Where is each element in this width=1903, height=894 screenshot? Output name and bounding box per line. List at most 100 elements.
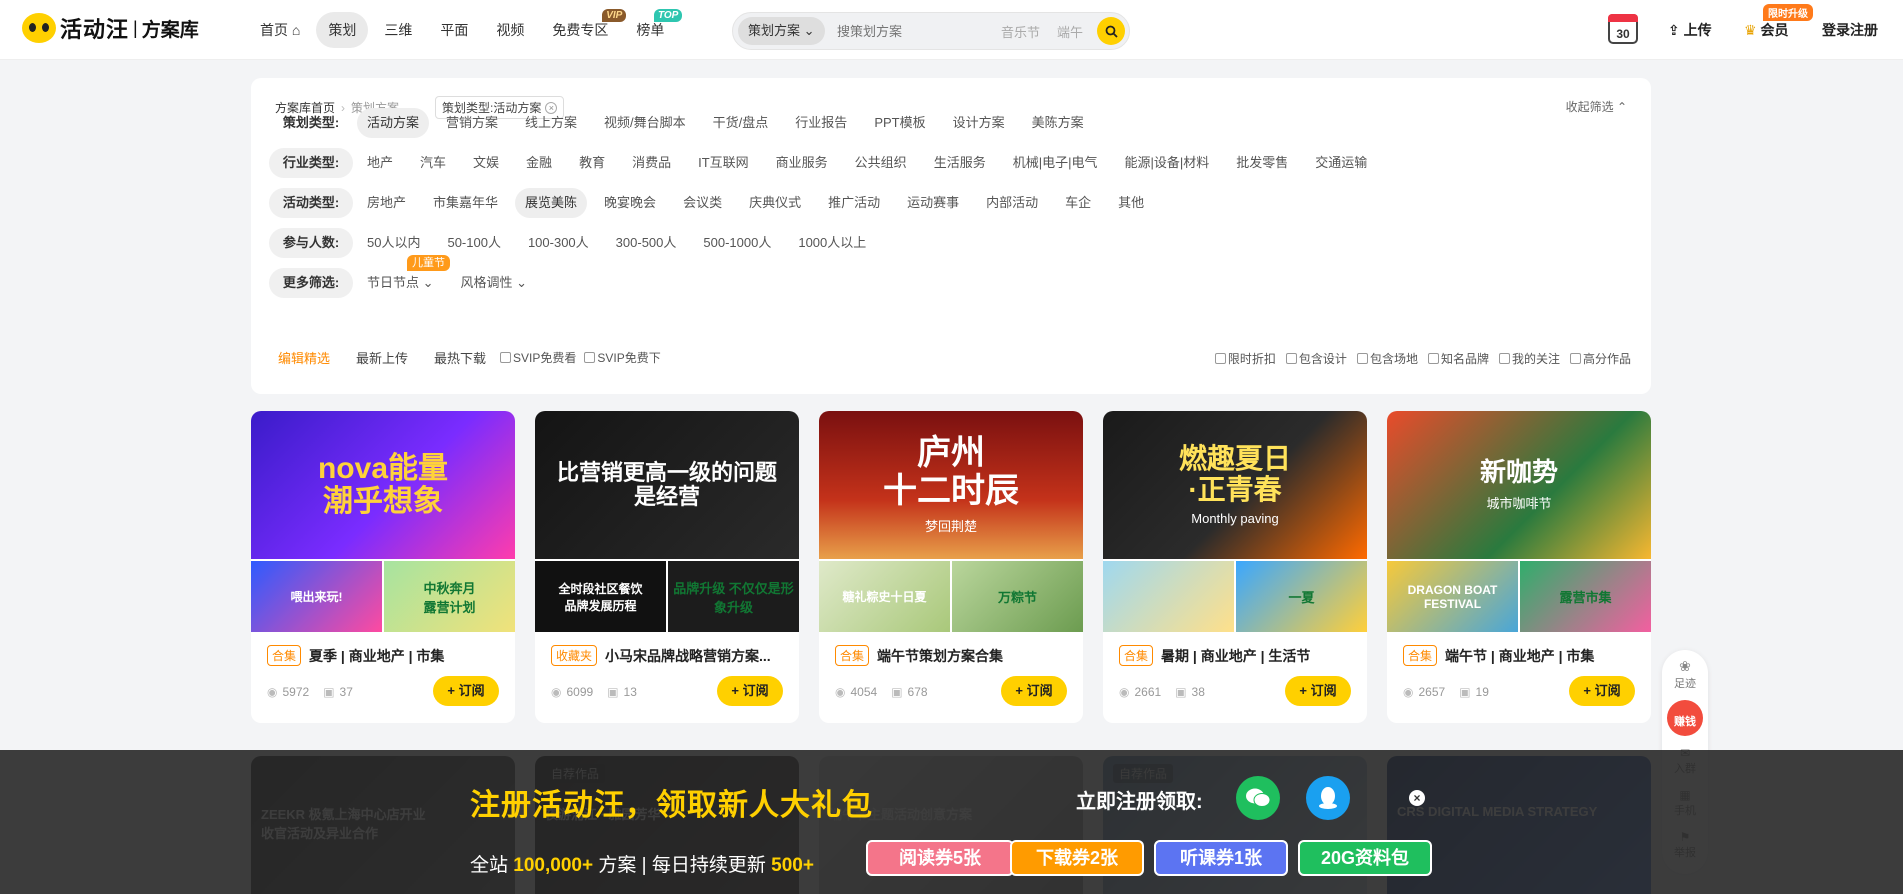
filter-option[interactable]: 商业服务 — [766, 148, 838, 178]
attribute-checkbox[interactable]: 高分作品 — [1569, 350, 1631, 367]
plan-card[interactable]: 新咖势 城市咖啡节 DRAGON BOAT FESTIVAL 露营市集 合集 端午节 | … — [1387, 411, 1651, 723]
hot-keyword-1[interactable]: 音乐节 — [1001, 22, 1040, 41]
attribute-checkbox[interactable]: 知名品牌 — [1427, 350, 1489, 367]
coupon-download[interactable]: 下载券2张 — [1010, 840, 1144, 876]
card-title[interactable]: 夏季 | 商业地产 | 市集 — [309, 646, 499, 666]
member-button[interactable]: ♛ 会员 — [1744, 20, 1788, 40]
nav-planning[interactable]: 策划 — [316, 12, 369, 48]
card-thumbnail[interactable]: 新咖势 城市咖啡节 DRAGON BOAT FESTIVAL 露营市集 — [1387, 411, 1651, 632]
coupon-resource-pack[interactable]: 20G资料包 — [1298, 840, 1432, 876]
filter-option[interactable]: 市集嘉年华 — [423, 188, 508, 218]
subscribe-button[interactable]: + 订阅 — [717, 676, 783, 706]
filter-option[interactable]: 500-1000人 — [693, 228, 781, 258]
nav-graphic[interactable]: 平面 — [428, 12, 480, 48]
calendar-icon[interactable]: 30 — [1608, 14, 1638, 44]
filter-option[interactable]: 活动方案 — [357, 108, 430, 138]
svip-view-checkbox[interactable]: SVIP免费看 — [500, 349, 576, 366]
wechat-login-button[interactable] — [1236, 776, 1280, 820]
subscribe-button[interactable]: + 订阅 — [433, 676, 499, 706]
filter-option[interactable]: 交通运输 — [1305, 148, 1377, 178]
close-promo-icon[interactable]: × — [1409, 790, 1425, 806]
filter-option[interactable]: 1000人以上 — [788, 228, 876, 258]
plan-card[interactable]: 庐州 十二时辰 梦回荆楚 糖礼粽史十日夏 万粽节 合集 端午节策划方案合集 ◉ 4054 ▣ 67… — [819, 411, 1083, 723]
filter-option[interactable]: 美陈方案 — [1022, 108, 1094, 138]
filter-option[interactable]: 行业报告 — [785, 108, 857, 138]
filter-option[interactable]: 节日节点 ⌄ 儿童节 — [357, 255, 450, 298]
subscribe-button[interactable]: + 订阅 — [1001, 676, 1067, 706]
filter-option[interactable]: 营销方案 — [436, 108, 508, 138]
filter-option[interactable]: 300-500人 — [606, 228, 687, 258]
filter-option[interactable]: 内部活动 — [976, 188, 1048, 218]
hot-keyword-2[interactable]: 端午 — [1057, 22, 1083, 41]
filter-option[interactable]: 教育 — [569, 148, 615, 178]
earn-button[interactable]: 赚钱 — [1667, 700, 1703, 736]
filter-option[interactable]: 能源|设备|材料 — [1114, 148, 1219, 178]
footprint-button[interactable]: ❀ 足迹 — [1662, 658, 1708, 691]
filter-option[interactable]: 文娱 — [463, 148, 509, 178]
plan-card[interactable]: 比营销更高一级的问题 是经营 全时段社区餐饮 品牌发展历程 品牌升级 不仅仅是形象升… — [535, 411, 799, 723]
nav-3d[interactable]: 三维 — [372, 12, 424, 48]
logo[interactable]: 活动汪 | 方案库 — [22, 12, 199, 44]
filter-option[interactable]: 50-100人 — [437, 228, 510, 258]
search-type-dropdown[interactable]: 策划方案 ⌄ — [738, 17, 825, 45]
coupon-listen[interactable]: 听课券1张 — [1154, 840, 1288, 876]
filter-option[interactable]: 干货/盘点 — [703, 108, 779, 138]
filter-option[interactable]: 庆典仪式 — [739, 188, 811, 218]
filter-option[interactable]: 房地产 — [357, 188, 416, 218]
card-title[interactable]: 暑期 | 商业地产 | 生活节 — [1161, 646, 1351, 666]
coupon-read[interactable]: 阅读券5张 — [866, 840, 1014, 876]
sort-hottest[interactable]: 最热下载 — [434, 348, 486, 367]
card-thumbnail[interactable]: 燃趣夏日 ·正青春 Monthly paving 一夏 — [1103, 411, 1367, 632]
card-thumbnail[interactable]: 比营销更高一级的问题 是经营 全时段社区餐饮 品牌发展历程 品牌升级 不仅仅是形象升… — [535, 411, 799, 632]
filter-option[interactable]: IT互联网 — [688, 148, 759, 178]
filter-option[interactable]: 批发零售 — [1226, 148, 1298, 178]
card-thumbnail[interactable]: nova能量 潮乎想象 喂出来玩! 中秋奔月 露营计划 — [251, 411, 515, 632]
nav-home[interactable]: 首页 ⌂ — [248, 12, 312, 48]
filter-option[interactable]: 生活服务 — [924, 148, 996, 178]
nav-free-zone[interactable]: 免费专区 VIP — [540, 9, 627, 48]
search-button[interactable] — [1097, 17, 1125, 45]
upload-button[interactable]: ⇪ 上传 — [1668, 20, 1712, 40]
sort-latest[interactable]: 最新上传 — [356, 348, 408, 367]
filter-option[interactable]: 地产 — [357, 148, 403, 178]
filter-option[interactable]: PPT模板 — [864, 108, 935, 138]
filter-option[interactable]: 消费品 — [622, 148, 681, 178]
svip-download-checkbox[interactable]: SVIP免费下 — [584, 349, 661, 366]
attribute-checkbox[interactable]: 我的关注 — [1498, 350, 1560, 367]
filter-option[interactable]: 设计方案 — [943, 108, 1015, 138]
card-title[interactable]: 端午节 | 商业地产 | 市集 — [1445, 646, 1635, 666]
filter-option[interactable]: 公共组织 — [845, 148, 917, 178]
filter-option[interactable]: 机械|电子|电气 — [1003, 148, 1108, 178]
filter-option[interactable]: 风格调性 ⌄ — [451, 268, 538, 298]
filter-option[interactable]: 推广活动 — [818, 188, 890, 218]
filter-option[interactable]: 汽车 — [410, 148, 456, 178]
plan-card[interactable]: nova能量 潮乎想象 喂出来玩! 中秋奔月 露营计划 合集 夏季 | 商业地产 | 市… — [251, 411, 515, 723]
card-thumbnail[interactable]: 庐州 十二时辰 梦回荆楚 糖礼粽史十日夏 万粽节 — [819, 411, 1083, 632]
search-input[interactable] — [837, 21, 987, 41]
filter-option[interactable]: 视频/舞台脚本 — [594, 108, 696, 138]
filter-option[interactable]: 金融 — [516, 148, 562, 178]
filter-option[interactable]: 车企 — [1055, 188, 1101, 218]
card-title[interactable]: 小马宋品牌战略营销方案... — [605, 646, 785, 666]
filter-option[interactable]: 线上方案 — [515, 108, 587, 138]
filter-option[interactable]: 运动赛事 — [897, 188, 969, 218]
attribute-checkbox[interactable]: 限时折扣 — [1214, 350, 1276, 367]
filter-option[interactable]: 会议类 — [673, 188, 732, 218]
attribute-checkbox[interactable]: 包含设计 — [1285, 350, 1347, 367]
sort-editor-pick[interactable]: 编辑精选 — [278, 348, 330, 367]
login-register-button[interactable]: 登录注册 — [1822, 20, 1878, 40]
plan-card[interactable]: 燃趣夏日 ·正青春 Monthly paving 一夏 合集 暑期 | 商业地产 | 生… — [1103, 411, 1367, 723]
filter-option[interactable]: 晚宴晚会 — [594, 188, 666, 218]
card-title[interactable]: 端午节策划方案合集 — [877, 646, 1067, 666]
nav-video[interactable]: 视频 — [484, 12, 536, 48]
filter-option[interactable]: 50人以内 — [357, 228, 430, 258]
attribute-checkbox[interactable]: 包含场地 — [1356, 350, 1418, 367]
subscribe-button[interactable]: + 订阅 — [1285, 676, 1351, 706]
filter-option[interactable]: 其他 — [1108, 188, 1154, 218]
collapse-filter-button[interactable]: 收起筛选 ⌃ — [1566, 98, 1627, 115]
filter-option[interactable]: 展览美陈 — [515, 188, 588, 218]
nav-ranking[interactable]: 榜单 TOP — [624, 9, 683, 48]
qq-login-button[interactable] — [1306, 776, 1350, 820]
subscribe-button[interactable]: + 订阅 — [1569, 676, 1635, 706]
filter-option[interactable]: 100-300人 — [518, 228, 599, 258]
